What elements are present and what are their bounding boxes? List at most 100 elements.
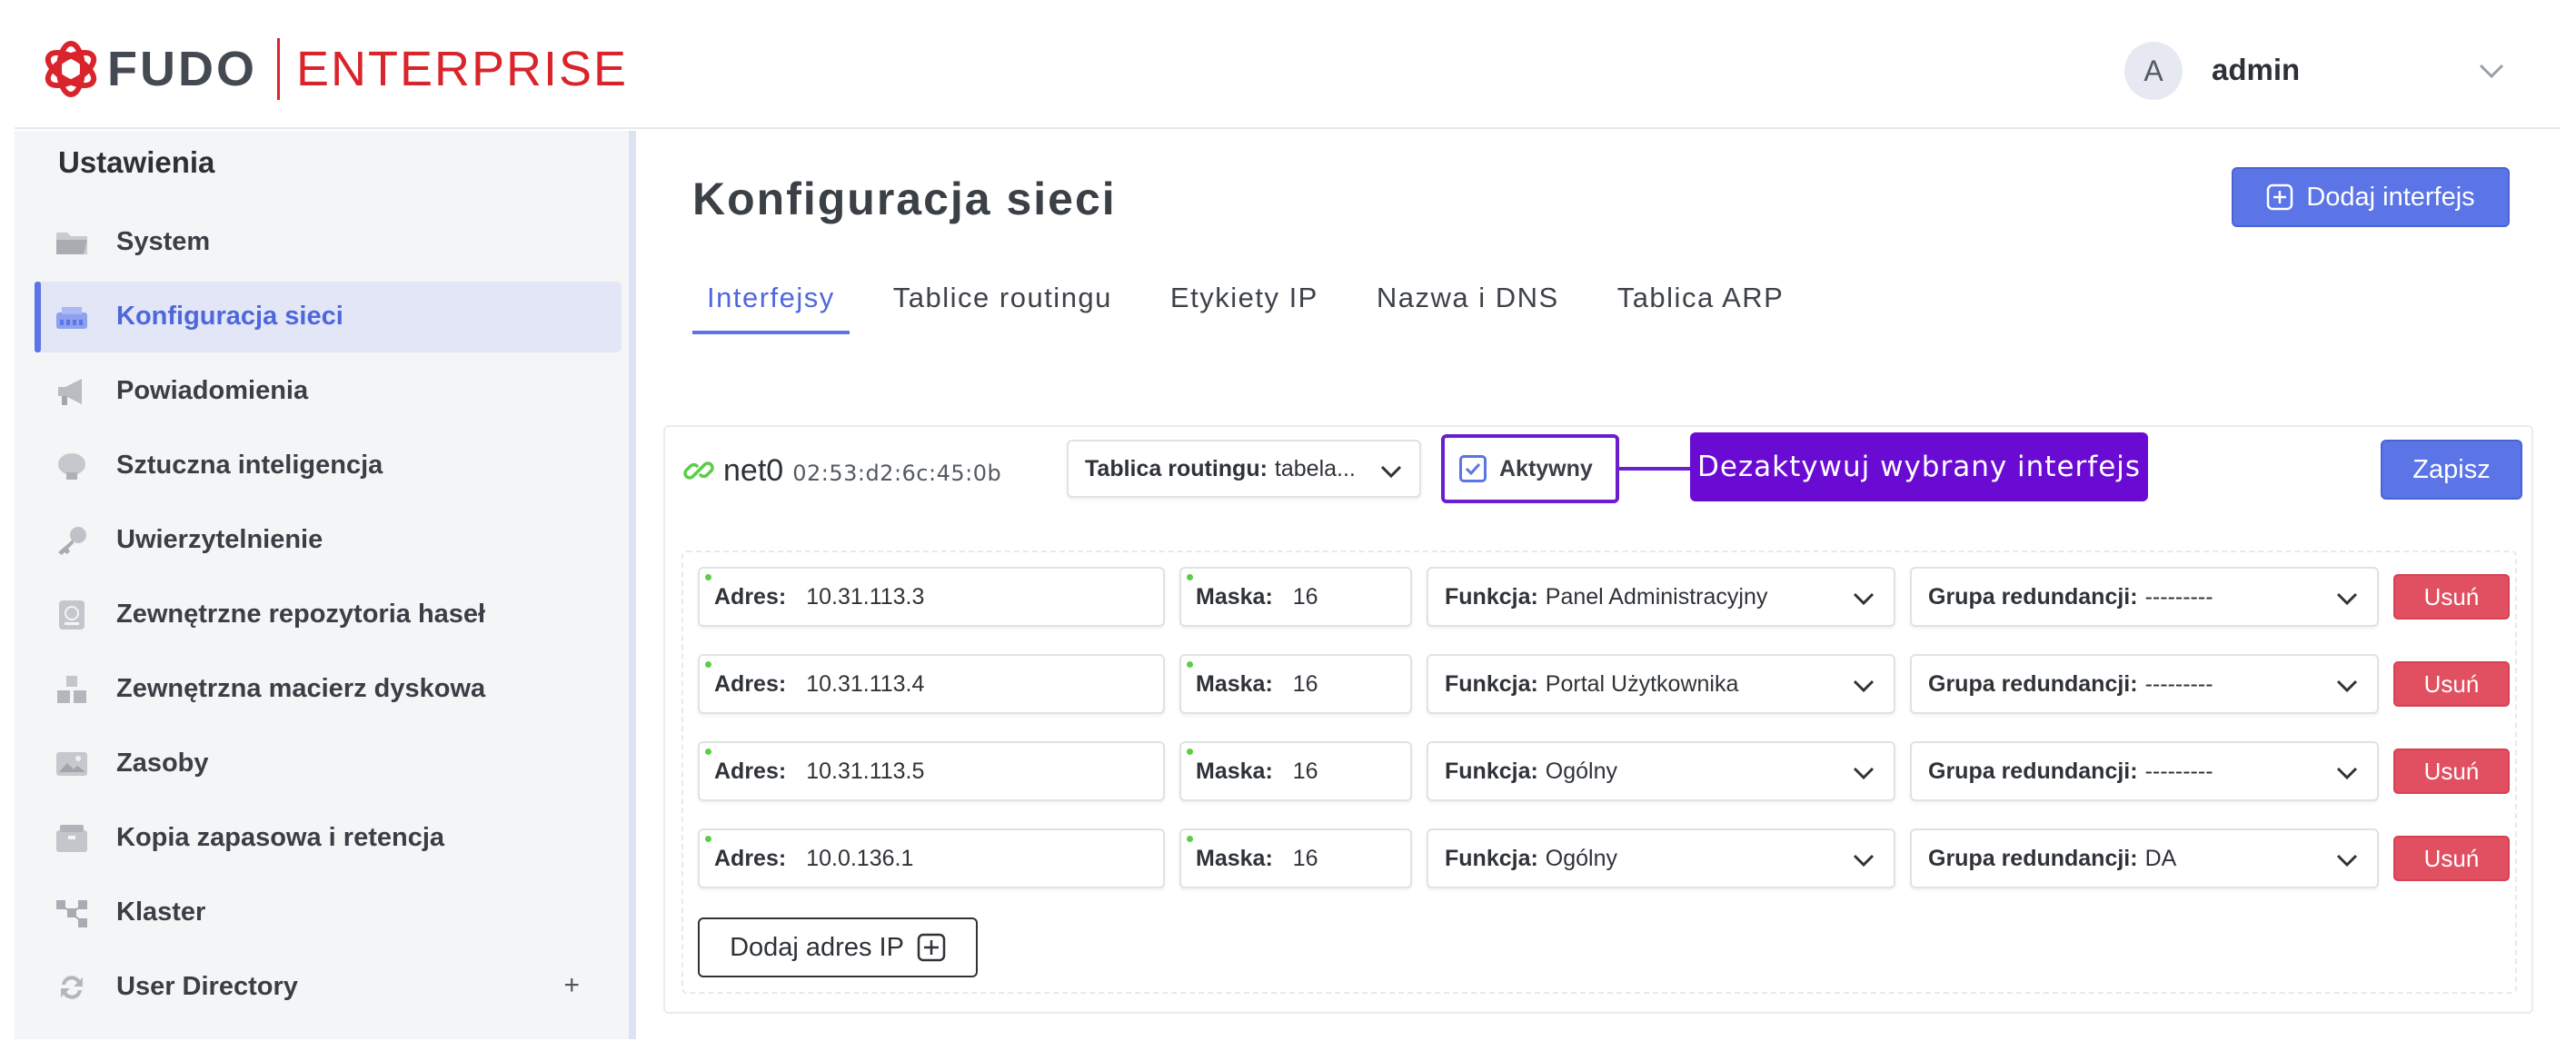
chevron-down-icon [1853, 767, 1875, 780]
sidebar-item-label: Zasoby [116, 749, 209, 778]
address-field[interactable]: Adres: 10.31.113.3 [698, 567, 1165, 627]
active-checkbox-label: Aktywny [1499, 455, 1593, 481]
sidebar-item-label: Uwierzytelnienie [116, 525, 323, 554]
sidebar-item-network-config[interactable]: Konfiguracja sieci [35, 282, 622, 352]
sidebar-item-user-directory[interactable]: User Directory + [35, 952, 622, 1023]
brain-icon [58, 453, 85, 480]
fudo-logo[interactable]: FUDO ENTERPRISE [40, 36, 628, 102]
link-icon [683, 461, 714, 480]
sidebar-item-label: Zewnętrzna macierz dyskowa [116, 674, 486, 703]
address-value: 10.31.113.3 [806, 583, 925, 610]
address-label: Adres: [714, 583, 787, 610]
top-header: FUDO ENTERPRISE A admin [15, 13, 2561, 129]
add-interface-button[interactable]: Dodaj interfejs [2232, 167, 2510, 227]
delete-button[interactable]: Usuń [2393, 661, 2510, 707]
sidebar-item-disk-array[interactable]: Zewnętrzna macierz dyskowa [35, 654, 622, 725]
deactivate-tooltip: Dezaktywuj wybrany interfejs [1690, 432, 2148, 501]
delete-button[interactable]: Usuń [2393, 574, 2510, 620]
sidebar-item-notifications[interactable]: Powiadomienia [35, 356, 622, 427]
mask-field[interactable]: Maska: 16 [1179, 567, 1412, 627]
sidebar-item-authentication[interactable]: Uwierzytelnienie [35, 505, 622, 576]
function-label: Funkcja: [1445, 670, 1538, 697]
function-value: Panel Administracyjny [1545, 583, 1768, 610]
mask-field[interactable]: Maska: 16 [1179, 654, 1412, 714]
save-button[interactable]: Zapisz [2381, 440, 2522, 500]
active-checkbox-field[interactable]: Aktywny [1441, 434, 1619, 503]
chevron-down-icon [2336, 679, 2358, 693]
address-label: Adres: [714, 758, 787, 784]
sidebar-item-backup[interactable]: Kopia zapasowa i retencja [35, 803, 622, 874]
check-icon [1465, 462, 1481, 476]
status-dot [1187, 836, 1193, 842]
chevron-down-icon[interactable] [2475, 55, 2508, 87]
tab-name-dns[interactable]: Nazwa i DNS [1362, 278, 1574, 334]
address-field[interactable]: Adres: 10.31.113.4 [698, 654, 1165, 714]
mask-value: 16 [1292, 583, 1318, 610]
function-value: Ogólny [1545, 758, 1618, 784]
add-ip-address-button[interactable]: Dodaj adres IP [698, 917, 978, 977]
sidebar-item-ai[interactable]: Sztuczna inteligencja [35, 431, 622, 501]
function-select[interactable]: Funkcja: Portal Użytkownika [1427, 654, 1895, 714]
tab-arp-table[interactable]: Tablica ARP [1603, 278, 1799, 334]
redundancy-group-select[interactable]: Grupa redundancji: DA [1910, 828, 2379, 888]
status-dot [1187, 749, 1193, 755]
redundancy-group-select[interactable]: Grupa redundancji: --------- [1910, 567, 2379, 627]
main-content: Konfiguracja sieci Dodaj interfejs Inter… [636, 131, 2561, 1039]
add-ip-label: Dodaj adres IP [730, 932, 904, 962]
function-value: Portal Użytkownika [1545, 670, 1739, 697]
delete-button[interactable]: Usuń [2393, 749, 2510, 794]
function-select[interactable]: Funkcja: Panel Administracyjny [1427, 567, 1895, 627]
tab-interfaces[interactable]: Interfejsy [692, 278, 850, 334]
function-select[interactable]: Funkcja: Ogólny [1427, 828, 1895, 888]
function-select[interactable]: Funkcja: Ogólny [1427, 741, 1895, 801]
logo-enterprise-text: ENTERPRISE [295, 42, 629, 96]
sidebar-item-password-vaults[interactable]: Zewnętrzne repozytoria haseł [35, 580, 622, 650]
mask-label: Maska: [1196, 845, 1273, 871]
chevron-down-icon [2336, 854, 2358, 868]
expand-plus-icon[interactable]: + [563, 970, 580, 1001]
folder-icon [56, 233, 87, 254]
user-name[interactable]: admin [2212, 53, 2300, 87]
status-dot [1187, 661, 1193, 668]
avatar[interactable]: A [2124, 42, 2183, 100]
mask-field[interactable]: Maska: 16 [1179, 828, 1412, 888]
address-value: 10.31.113.4 [806, 670, 925, 697]
sidebar-item-label: Klaster [116, 897, 206, 927]
megaphone-icon [58, 379, 82, 405]
user-menu[interactable]: A admin [2124, 40, 2561, 102]
routing-table-select[interactable]: Tablica routingu: tabela... [1067, 440, 1421, 498]
redundancy-group-select[interactable]: Grupa redundancji: --------- [1910, 654, 2379, 714]
sidebar-item-cluster[interactable]: Klaster [35, 877, 622, 948]
group-label: Grupa redundancji: [1928, 845, 2138, 871]
sidebar-item-label: Konfiguracja sieci [116, 302, 343, 331]
page-title: Konfiguracja sieci [692, 174, 1117, 224]
status-dot [705, 749, 711, 755]
function-label: Funkcja: [1445, 758, 1538, 784]
chevron-down-icon [1853, 592, 1875, 606]
tab-routing-tables[interactable]: Tablice routingu [879, 278, 1127, 334]
archive-icon [56, 825, 87, 852]
address-field[interactable]: Adres: 10.31.113.5 [698, 741, 1165, 801]
sidebar-item-label: Sztuczna inteligencja [116, 451, 383, 480]
chevron-down-icon [1380, 465, 1402, 479]
ip-address-row: Adres: 10.31.113.3 Maska: 16 Funkcja: Panel… [698, 567, 2511, 627]
delete-button[interactable]: Usuń [2393, 836, 2510, 881]
active-checkbox[interactable] [1459, 455, 1487, 482]
group-value: --------- [2144, 758, 2213, 784]
network-icon [56, 307, 87, 329]
address-field[interactable]: Adres: 10.0.136.1 [698, 828, 1165, 888]
mask-field[interactable]: Maska: 16 [1179, 741, 1412, 801]
sidebar-item-resources[interactable]: Zasoby [35, 729, 622, 799]
tab-bar: Interfejsy Tablice routingu Etykiety IP … [692, 278, 1827, 334]
redundancy-group-select[interactable]: Grupa redundancji: --------- [1910, 741, 2379, 801]
mask-value: 16 [1292, 670, 1318, 697]
tab-ip-labels[interactable]: Etykiety IP [1156, 278, 1333, 334]
sidebar-divider[interactable] [629, 131, 636, 1039]
chevron-down-icon [2336, 592, 2358, 606]
ip-address-row: Adres: 10.31.113.4 Maska: 16 Funkcja: Porta… [698, 654, 2511, 714]
sidebar-item-system[interactable]: System [35, 207, 622, 278]
status-dot [705, 836, 711, 842]
address-label: Adres: [714, 845, 787, 871]
vault-icon [59, 600, 85, 630]
address-label: Adres: [714, 670, 787, 697]
